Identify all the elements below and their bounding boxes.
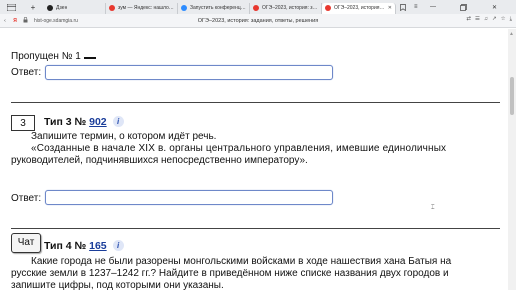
tab-label: Запустить конференции — [190, 5, 246, 11]
bookmark-icon[interactable] — [400, 0, 406, 14]
task-id-link[interactable]: 902 — [89, 116, 107, 128]
star-icon[interactable]: ☆ — [501, 16, 506, 23]
answer-blank — [83, 51, 96, 59]
yandex-icon — [109, 5, 115, 11]
browser-menu-icon[interactable]: ≡ — [414, 0, 418, 14]
answer-input-task3[interactable] — [45, 190, 333, 205]
tab-dzen[interactable]: Дзен — [44, 2, 106, 14]
answer-label: Ответ: — [11, 67, 42, 78]
chat-button[interactable]: Чат — [11, 233, 41, 253]
browser-tab-bar: + Дзен зум — Яндекс: нашлось 2 Запустить… — [0, 0, 516, 14]
task-divider — [11, 102, 500, 103]
task3-title: Тип 3 № 902 i — [44, 116, 124, 128]
minimize-icon[interactable]: — — [430, 0, 436, 14]
task3-text-line1: Запишите термин, о котором идёт речь. — [31, 131, 217, 142]
scroll-up-icon[interactable]: ▲ — [509, 31, 514, 37]
task-divider — [11, 228, 500, 229]
sdamgia-icon — [253, 5, 259, 11]
close-icon[interactable]: ✕ — [388, 5, 392, 11]
task4-text-line1: Какие города не были разорены монгольски… — [31, 256, 452, 267]
task3-text-line3: руководителей, подчинявшихся непосредств… — [11, 155, 308, 166]
task-type-label: Тип 4 № — [44, 240, 87, 252]
sdamgia-icon — [325, 5, 331, 11]
mouse-cursor-icon: ⌶ — [431, 205, 435, 211]
share-icon[interactable]: ↗ — [492, 16, 497, 23]
restore-icon[interactable] — [460, 0, 467, 14]
tab-yandex-search[interactable]: зум — Яндекс: нашлось 2 — [106, 2, 178, 14]
tab-oge-history[interactable]: ОГЭ–2023, история: зада — [250, 2, 322, 14]
scroll-thumb[interactable] — [510, 77, 514, 115]
tab-label: Дзен — [56, 5, 68, 11]
new-tab-button[interactable]: + — [22, 0, 44, 14]
tab-label: ОГЭ–2023, история: за — [334, 5, 385, 11]
tab-zoom[interactable]: Запустить конференции — [178, 2, 250, 14]
info-icon[interactable]: i — [112, 116, 124, 127]
tab-label: ОГЭ–2023, история: зада — [262, 5, 318, 11]
task4-text-line2: русские земли в 1237–1242 гг.? Найдите в… — [11, 268, 449, 279]
tab-label: зум — Яндекс: нашлось 2 — [118, 5, 174, 11]
missing-task-line: Пропущен № 1 — [11, 51, 96, 62]
headphones-icon[interactable]: ♫ — [484, 16, 488, 23]
close-window-icon[interactable]: ✕ — [492, 0, 497, 14]
task-id-link[interactable]: 165 — [89, 240, 107, 252]
zoom-icon — [181, 5, 187, 11]
task4-title: Тип 4 № 165 i — [44, 240, 124, 252]
page-title: ОГЭ–2023, история: задания, ответы, реше… — [197, 18, 319, 24]
answer-label: Ответ: — [11, 193, 42, 204]
task4-text-line3: запишите цифры, под которыми они указаны… — [11, 280, 224, 290]
task3-text-line2: «Созданные в начале XIX в. органы центра… — [31, 143, 447, 154]
download-icon[interactable]: ⤓ — [510, 16, 512, 23]
task-type-label: Тип 3 № — [44, 116, 87, 128]
address-bar: ‹ Я hist-oge.sdamgia.ru ОГЭ–2023, истори… — [0, 14, 516, 28]
tab-oge-history-active[interactable]: ОГЭ–2023, история: за ✕ — [322, 2, 396, 14]
translate-icon[interactable]: ⇄ — [466, 16, 471, 23]
answer-input-task2[interactable] — [45, 65, 333, 80]
task-number-box: 3 — [11, 115, 35, 131]
page-scrollbar[interactable]: ▲ — [508, 29, 516, 290]
info-icon[interactable]: i — [112, 240, 124, 251]
missing-task-label: Пропущен № 1 — [11, 51, 81, 62]
page-content: Пропущен № 1 Ответ: 3 Тип 3 № 902 i Запиш… — [0, 29, 508, 290]
reader-icon[interactable]: ☰ — [475, 16, 480, 23]
dzen-icon — [47, 5, 53, 11]
tab-list-icon[interactable] — [0, 0, 22, 14]
